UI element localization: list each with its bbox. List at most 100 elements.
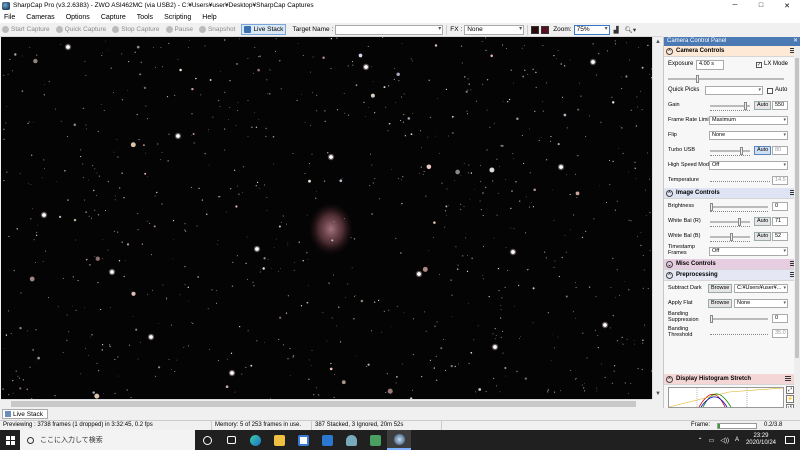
turbo-usb-slider[interactable] bbox=[710, 147, 750, 155]
stop-capture-button[interactable]: Stop Capture bbox=[112, 26, 160, 33]
brightness-slider-knob[interactable] bbox=[710, 203, 713, 211]
exposure-value[interactable]: 4.00 s bbox=[696, 60, 724, 70]
color-swatch-icon[interactable] bbox=[541, 25, 550, 34]
collapse-chevron-icon[interactable]: ⌃ bbox=[666, 47, 673, 55]
close-button[interactable]: ✕ bbox=[774, 0, 800, 11]
volume-icon[interactable]: ◁)) bbox=[720, 437, 729, 444]
timestamp-frames-select[interactable]: Off bbox=[709, 247, 788, 256]
menu-scripting[interactable]: Scripting bbox=[164, 14, 191, 21]
gain-auto-button[interactable]: Auto bbox=[754, 101, 772, 110]
zoom-select[interactable]: 75% bbox=[573, 24, 610, 35]
collapse-chevron-icon[interactable]: ⌃ bbox=[666, 375, 673, 383]
quick-capture-button[interactable]: Quick Capture bbox=[55, 26, 106, 33]
task-view-icon[interactable] bbox=[219, 430, 243, 450]
minimize-button[interactable]: ─ bbox=[722, 0, 748, 11]
pause-button[interactable]: Pause bbox=[165, 26, 193, 33]
sharpcap-taskbar-icon[interactable] bbox=[387, 430, 411, 450]
lx-mode-checkbox[interactable]: ✓ bbox=[756, 62, 762, 68]
menu-file[interactable]: File bbox=[4, 14, 15, 21]
live-stack-tab[interactable]: Live Stack bbox=[2, 409, 48, 419]
white-bal-b-slider[interactable] bbox=[710, 233, 750, 241]
banding-threshold-value[interactable]: 35.0 bbox=[772, 329, 788, 338]
turbo-usb-value[interactable]: 80 bbox=[772, 146, 788, 155]
cortana-icon[interactable] bbox=[195, 430, 219, 450]
white-bal-r-slider[interactable] bbox=[710, 218, 750, 226]
histogram-auto-stretch-icon[interactable]: ⚡ bbox=[786, 395, 794, 403]
camera-controls-header[interactable]: ⌃ Camera Controls bbox=[664, 46, 800, 57]
banding-suppression-value[interactable]: 0 bbox=[772, 314, 788, 323]
gain-value[interactable]: 550 bbox=[772, 101, 788, 110]
histogram-display[interactable] bbox=[668, 387, 784, 408]
edge-icon[interactable] bbox=[243, 430, 267, 450]
collapse-chevron-icon[interactable]: ⌃ bbox=[666, 271, 673, 279]
gain-slider[interactable] bbox=[710, 102, 750, 110]
white-bal-r-slider-knob[interactable] bbox=[738, 218, 741, 226]
fx-select[interactable]: None bbox=[464, 24, 525, 35]
subtract-dark-select[interactable]: C:¥Users¥user¥... bbox=[734, 284, 788, 293]
auto-checkbox[interactable] bbox=[767, 88, 773, 94]
live-stack-button[interactable]: Live Stack bbox=[241, 24, 287, 35]
subtract-dark-browse-button[interactable]: Browse bbox=[708, 284, 733, 293]
scroll-up-icon[interactable]: ▲ bbox=[653, 37, 663, 47]
menu-tools[interactable]: Tools bbox=[137, 14, 153, 21]
menu-help[interactable]: Help bbox=[202, 14, 216, 21]
notification-icon[interactable] bbox=[785, 436, 795, 444]
taskbar-clock[interactable]: 23:29 2020/10/24 bbox=[746, 433, 776, 447]
color-swatch-icon[interactable] bbox=[531, 25, 540, 34]
high-speed-mode-select[interactable]: Off bbox=[709, 161, 788, 170]
histogram-button[interactable]: ▟ bbox=[614, 26, 619, 34]
exposure-slider[interactable] bbox=[668, 75, 784, 83]
scroll-thumb[interactable] bbox=[11, 401, 636, 407]
tray-chevron-icon[interactable]: ⌃ bbox=[698, 437, 703, 444]
image-controls-header[interactable]: ⌃ Image Controls bbox=[664, 188, 800, 199]
banding-suppression-knob[interactable] bbox=[710, 315, 713, 323]
maximize-button[interactable]: □ bbox=[748, 0, 774, 11]
apply-flat-browse-button[interactable]: Browse bbox=[708, 299, 733, 308]
banding-suppression-slider[interactable] bbox=[710, 315, 768, 323]
histogram-stretch-header[interactable]: ⌃ Display Histogram Stretch bbox=[664, 374, 795, 385]
menu-cameras[interactable]: Cameras bbox=[26, 14, 54, 21]
panel-scrollbar[interactable] bbox=[794, 46, 800, 408]
white-bal-b-value[interactable]: 52 bbox=[772, 232, 788, 241]
apply-flat-select[interactable]: None bbox=[734, 299, 788, 308]
file-explorer-icon[interactable] bbox=[267, 430, 291, 450]
app-icon[interactable] bbox=[363, 430, 387, 450]
windows-start-icon[interactable] bbox=[0, 430, 20, 450]
white-bal-r-value[interactable]: 71 bbox=[772, 217, 788, 226]
network-icon[interactable]: ▭ bbox=[709, 437, 715, 444]
snapshot-button[interactable]: Snapshot bbox=[198, 26, 235, 33]
flip-select[interactable]: None bbox=[709, 131, 788, 140]
turbo-usb-slider-knob[interactable] bbox=[740, 147, 743, 155]
start-capture-button[interactable]: Start Capture bbox=[2, 26, 50, 33]
ime-indicator[interactable]: A bbox=[735, 437, 739, 443]
hamburger-menu-icon[interactable] bbox=[785, 376, 791, 381]
collapse-chevron-icon[interactable]: ⌃ bbox=[666, 189, 673, 197]
photos-icon[interactable] bbox=[339, 430, 363, 450]
collapse-chevron-icon[interactable]: ⌄ bbox=[666, 260, 673, 268]
frame-rate-limit-select[interactable]: Maximum bbox=[709, 116, 788, 125]
exposure-slider-knob[interactable] bbox=[696, 75, 699, 83]
histogram-reset-icon[interactable]: ↺ bbox=[786, 404, 794, 408]
store-icon[interactable] bbox=[291, 430, 315, 450]
panel-close-icon[interactable]: ✕ bbox=[793, 37, 798, 46]
misc-controls-header[interactable]: ⌄ Misc Controls bbox=[664, 259, 800, 270]
brightness-slider[interactable] bbox=[710, 203, 768, 211]
white-bal-b-auto-button[interactable]: Auto bbox=[754, 232, 772, 241]
preprocessing-header[interactable]: ⌃ Preprocessing bbox=[664, 270, 800, 281]
scroll-down-icon[interactable]: ▼ bbox=[653, 389, 663, 399]
taskbar-search-box[interactable]: ここに入力して検索 bbox=[20, 430, 195, 450]
vertical-scrollbar[interactable]: ▲ ▼ bbox=[652, 37, 663, 399]
white-bal-b-slider-knob[interactable] bbox=[730, 233, 733, 241]
white-bal-r-auto-button[interactable]: Auto bbox=[754, 217, 772, 226]
quick-picks-select[interactable] bbox=[705, 86, 763, 95]
menu-capture[interactable]: Capture bbox=[101, 14, 126, 21]
mail-icon[interactable] bbox=[315, 430, 339, 450]
gain-slider-knob[interactable] bbox=[744, 102, 747, 110]
target-name-input[interactable] bbox=[335, 24, 444, 35]
brightness-value[interactable]: 0 bbox=[772, 202, 788, 211]
panel-scroll-thumb[interactable] bbox=[795, 58, 799, 358]
histogram-zoom-icon[interactable]: ⤢ bbox=[786, 386, 794, 394]
turbo-usb-auto-button[interactable]: Auto bbox=[754, 146, 772, 155]
image-viewer[interactable] bbox=[1, 37, 663, 399]
zoom-tool-icon[interactable]: 🔍︎▾ bbox=[625, 26, 637, 34]
